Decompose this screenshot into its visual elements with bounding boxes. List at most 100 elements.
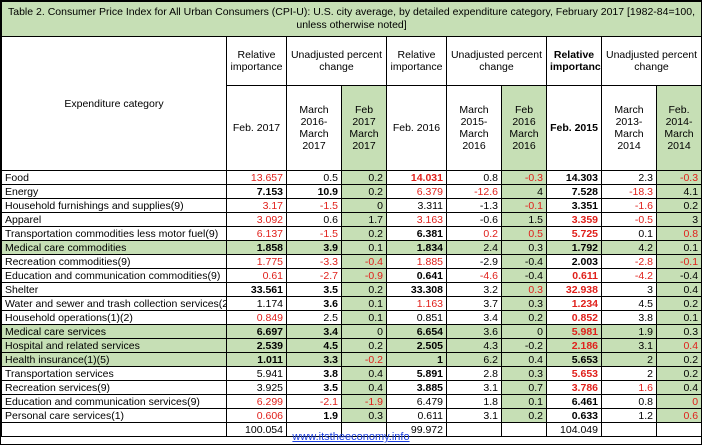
value-cell: 0.2	[341, 170, 387, 185]
table-row: Household operations(1)(2) 0.849 2.5 0.1 0.8…	[1, 310, 702, 325]
value-cell: 3.359	[546, 212, 602, 227]
value-cell: 0	[655, 394, 702, 409]
header-relative-importance-2017: Relative importance	[226, 36, 287, 86]
value-cell: 3.3	[286, 352, 342, 367]
value-cell: 2.4	[446, 240, 502, 255]
table-row: Household furnishings and supplies(9) 3.1…	[1, 198, 702, 213]
value-cell: 0.8	[655, 226, 702, 241]
period-header-7: Feb. 2015	[546, 85, 602, 171]
category-label: Apparel	[1, 212, 227, 227]
value-cell: -2.1	[286, 394, 342, 409]
value-cell: 0.3	[655, 324, 702, 339]
value-cell: 0.6	[286, 212, 342, 227]
value-cell: 7.153	[226, 184, 287, 199]
value-cell: -0.4	[501, 254, 547, 269]
value-cell: 1.174	[226, 296, 287, 311]
value-cell: 2.3	[601, 170, 657, 185]
period-header-1: Feb. 2017	[226, 85, 287, 171]
value-cell: 0.851	[386, 310, 447, 325]
value-cell: 1.163	[386, 296, 447, 311]
value-cell: 0	[501, 324, 547, 339]
value-cell: 3.5	[286, 380, 342, 395]
value-cell: 3.351	[546, 198, 602, 213]
value-cell: 1.8	[446, 394, 502, 409]
period-header-9: Feb. 2014-March 2014	[655, 85, 702, 171]
value-cell: -1.9	[341, 394, 387, 409]
table-row: Health insurance(1)(5) 1.011 3.3 -0.2 1 6.2 0.…	[1, 352, 702, 367]
value-cell: 32.938	[546, 282, 602, 297]
value-cell: 3.163	[386, 212, 447, 227]
table-row: Recreation services(9) 3.925 3.5 0.4 3.885 3.…	[1, 380, 702, 395]
category-label: Health insurance(1)(5)	[1, 352, 227, 367]
value-cell: 3	[601, 282, 657, 297]
value-cell: -0.6	[446, 212, 502, 227]
table-title: Table 2. Consumer Price Index for All Ur…	[0, 1, 702, 37]
value-cell: 3.1	[446, 380, 502, 395]
value-cell: -0.3	[501, 170, 547, 185]
value-cell: 3.925	[226, 380, 287, 395]
value-cell: 0.7	[501, 380, 547, 395]
value-cell: 0.6	[655, 408, 702, 423]
value-cell: 0.1	[655, 310, 702, 325]
category-label: Transportation commodities less motor fu…	[1, 226, 227, 241]
value-cell: 6.461	[546, 394, 602, 409]
value-cell: -2.8	[601, 254, 657, 269]
category-label: Education and communication services(9)	[1, 394, 227, 409]
value-cell: 3.5	[286, 282, 342, 297]
value-cell: 0.5	[501, 226, 547, 241]
value-cell: 0.2	[341, 184, 387, 199]
value-cell: 3.311	[386, 198, 447, 213]
value-cell: 3.8	[601, 310, 657, 325]
value-cell: 0.2	[341, 338, 387, 353]
category-label: Personal care services(1)	[1, 408, 227, 423]
value-cell: 5.653	[546, 366, 602, 381]
value-cell: 5.725	[546, 226, 602, 241]
category-label: Shelter	[1, 282, 227, 297]
value-cell: 3.7	[446, 296, 502, 311]
value-cell: 1.011	[226, 352, 287, 367]
value-cell: 2.003	[546, 254, 602, 269]
value-cell: 3	[655, 212, 702, 227]
table-row: Water and sewer and trash collection ser…	[1, 296, 702, 311]
value-cell: 4	[501, 184, 547, 199]
value-cell: 0.8	[601, 394, 657, 409]
value-cell: 3.8	[286, 366, 342, 381]
value-cell: 1.858	[226, 240, 287, 255]
value-cell: 0	[341, 324, 387, 339]
header-unadjusted-change-2017: Unadjusted percent change	[286, 36, 387, 86]
value-cell: 1.6	[601, 380, 657, 395]
value-cell: 3.1	[601, 338, 657, 353]
value-cell: 1.885	[386, 254, 447, 269]
value-cell: -0.1	[655, 254, 702, 269]
value-cell: 4.2	[601, 240, 657, 255]
header-relative-importance-2016: Relative importance	[386, 36, 447, 86]
header-unadjusted-change-2016: Unadjusted percent change	[446, 36, 547, 86]
value-cell: 0.1	[501, 394, 547, 409]
value-cell: 3.9	[286, 240, 342, 255]
footer-link[interactable]: www.itstheeconomy.info	[1, 431, 701, 443]
cpi-table-container: Table 2. Consumer Price Index for All Ur…	[0, 0, 702, 445]
value-cell: 2.5	[286, 310, 342, 325]
value-cell: 0.849	[226, 310, 287, 325]
value-cell: 33.308	[386, 282, 447, 297]
value-cell: -1.3	[446, 198, 502, 213]
category-label: Food	[1, 170, 227, 185]
category-label: Transportation services	[1, 366, 227, 381]
value-cell: -2.7	[286, 268, 342, 283]
value-cell: 0.611	[546, 268, 602, 283]
header-relative-importance-2015: Relative importance	[546, 36, 602, 86]
value-cell: 0.852	[546, 310, 602, 325]
value-cell: 6.479	[386, 394, 447, 409]
table-row: Transportation commodities less motor fu…	[1, 226, 702, 241]
value-cell: 2.505	[386, 338, 447, 353]
value-cell: 3.4	[446, 310, 502, 325]
value-cell: 0.2	[655, 296, 702, 311]
value-cell: 4.5	[286, 338, 342, 353]
value-cell: 1.5	[501, 212, 547, 227]
table-row: Hospital and related services 2.539 4.5 0.2…	[1, 338, 702, 353]
value-cell: 2	[601, 366, 657, 381]
table-row: Transportation services 5.941 3.8 0.4 5.891 2…	[1, 366, 702, 381]
value-cell: 5.941	[226, 366, 287, 381]
value-cell: 1	[386, 352, 447, 367]
value-cell: 1.2	[601, 408, 657, 423]
